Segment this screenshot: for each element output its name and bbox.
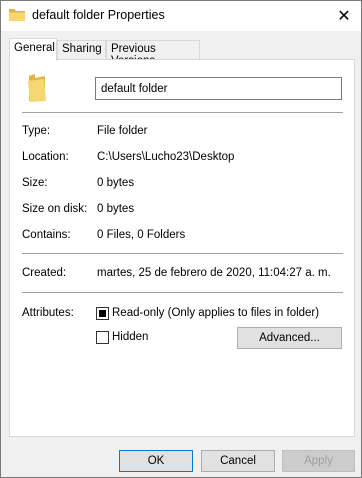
hidden-checkbox[interactable] [96,331,109,344]
contains-value: 0 Files, 0 Folders [97,229,186,241]
size-on-disk-value: 0 bytes [97,203,135,215]
cancel-button[interactable]: Cancel [201,450,275,472]
attributes-label: Attributes: [22,307,74,319]
tab-strip: General Sharing Previous Versions [9,38,355,67]
size-label: Size: [22,177,48,189]
close-icon: ✕ [337,8,351,25]
tab-general[interactable]: General [9,38,57,61]
tab-previous-versions[interactable]: Previous Versions [106,40,200,67]
apply-button[interactable]: Apply [282,450,355,472]
general-panel: Type: File folder Location: C:\Users\Luc… [9,59,355,437]
folder-icon [28,74,46,102]
ok-button[interactable]: OK [119,450,193,472]
type-value: File folder [97,125,148,137]
hidden-label[interactable]: Hidden [112,331,148,343]
created-label: Created: [22,267,67,279]
folder-name-input[interactable] [95,77,342,100]
tab-sharing[interactable]: Sharing [57,40,106,60]
size-value: 0 bytes [97,177,135,189]
readonly-checkbox[interactable] [96,307,109,320]
title-bar[interactable]: default folder Properties ✕ [1,1,361,31]
close-button[interactable]: ✕ [327,1,361,31]
advanced-button[interactable]: Advanced... [237,327,342,349]
readonly-label[interactable]: Read-only (Only applies to files in fold… [112,307,319,319]
divider [22,112,343,113]
contains-label: Contains: [22,229,71,241]
properties-dialog: default folder Properties ✕ General Shar… [0,0,362,478]
location-label: Location: [22,151,69,163]
type-label: Type: [22,125,51,137]
created-value: martes, 25 de febrero de 2020, 11:04:27 … [97,267,331,279]
window-title: default folder Properties [32,8,165,22]
location-value: C:\Users\Lucho23\Desktop [97,151,235,163]
divider [22,253,343,254]
folder-icon [9,9,25,21]
size-on-disk-label: Size on disk: [22,203,88,215]
divider [22,292,343,293]
